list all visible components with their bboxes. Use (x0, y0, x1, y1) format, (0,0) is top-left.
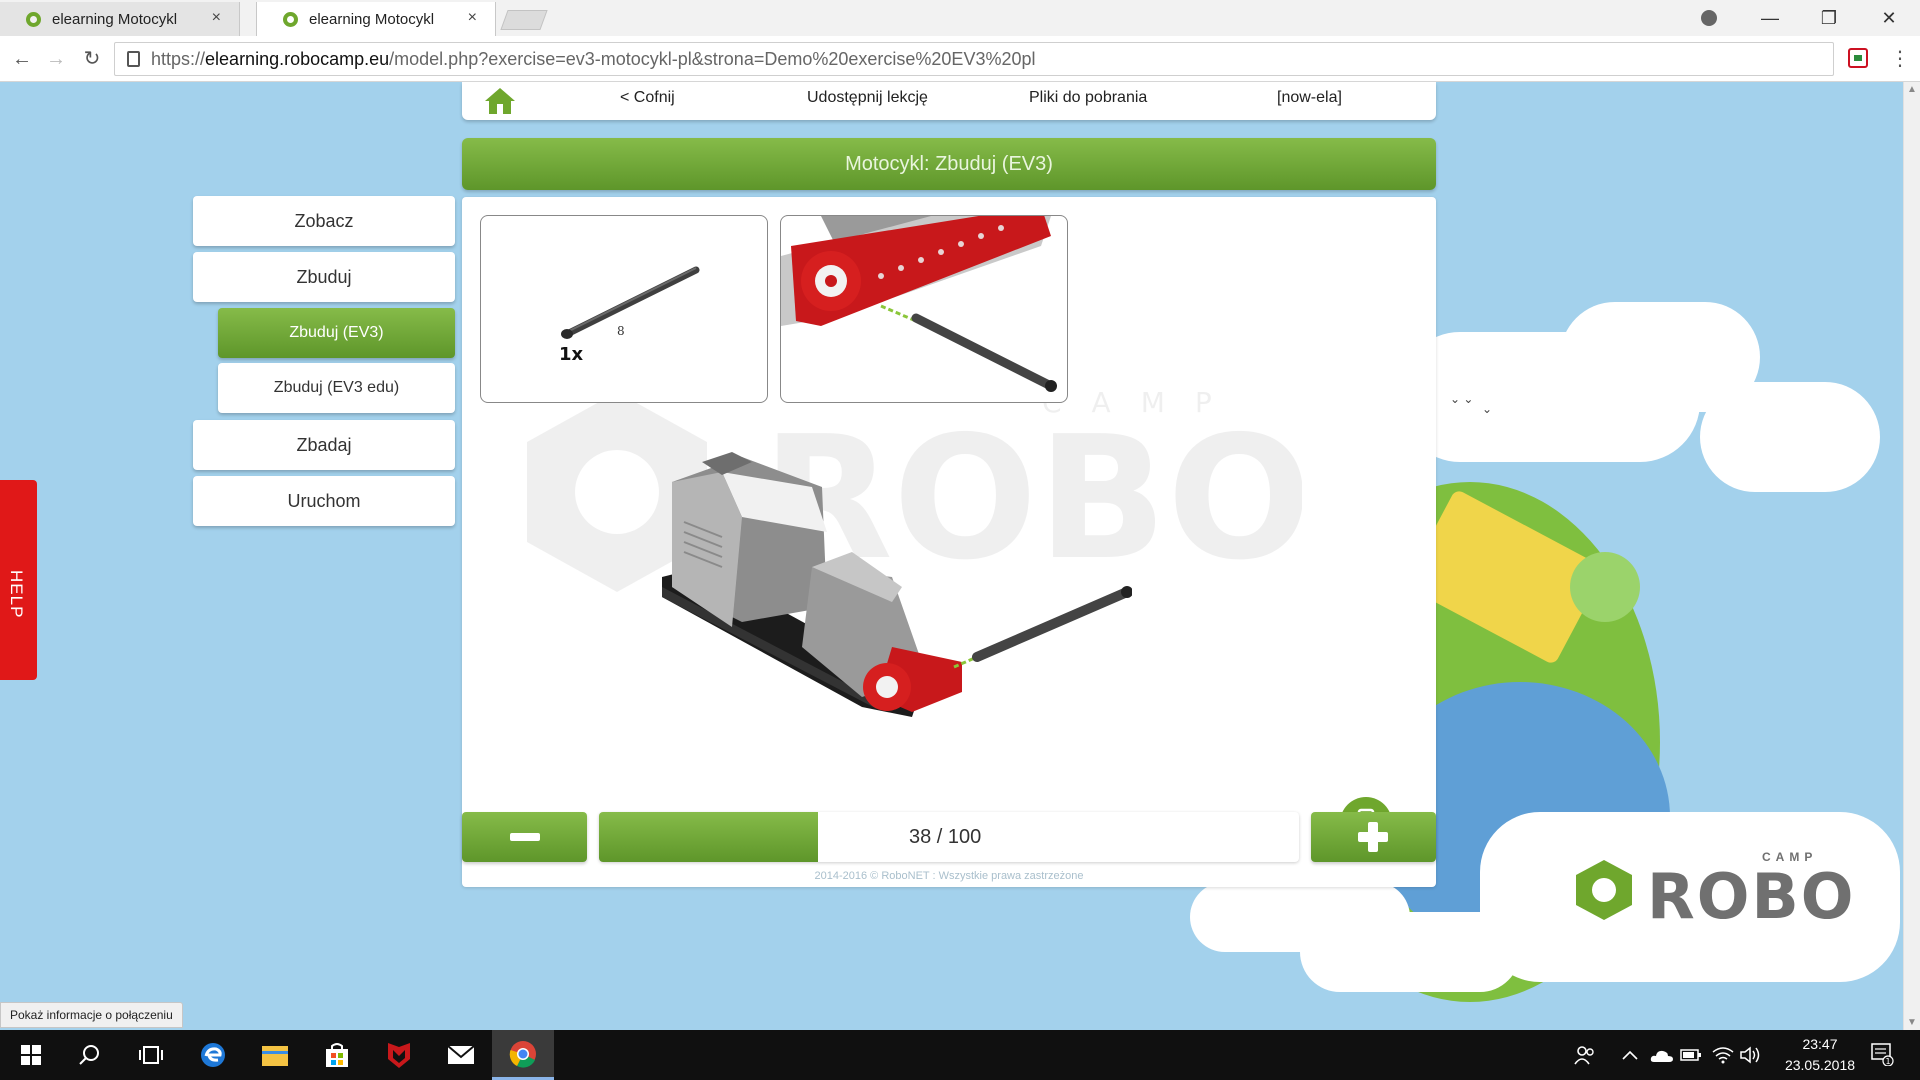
edge-icon (201, 1043, 225, 1067)
side-menu-item-zbuduj-ev3[interactable]: Zbuduj (EV3) (218, 308, 455, 358)
watermark-sub: CAMP (1042, 392, 1242, 419)
url-host: elearning.robocamp.eu (205, 48, 390, 69)
bird-icon: ⌄ (1482, 402, 1493, 416)
mcafee-shield-icon (388, 1043, 410, 1068)
windows-start-button[interactable] (0, 1030, 62, 1080)
status-bubble: Pokaż informacje o połączeniu (0, 1002, 183, 1028)
tab-title: elearning Motocykl (309, 10, 435, 28)
chrome-icon (509, 1040, 536, 1068)
help-label: HELP (7, 570, 26, 619)
taskbar-clock[interactable]: 23:47 23.05.2018 (1770, 1034, 1870, 1076)
tab-strip: elearning Motocykl × elearning Motocykl … (0, 0, 1920, 36)
robocamp-hexagon-icon (1576, 860, 1632, 920)
scroll-up-icon[interactable]: ▲ (1907, 84, 1917, 95)
site-navigation: < Cofnij Udostępnij lekcję Pliki do pobr… (462, 82, 1436, 120)
browser-toolbar: ← → ↻ https://elearning.robocamp.eu/mode… (0, 36, 1920, 82)
windows-logo-icon (21, 1045, 41, 1065)
side-menu-item-zbuduj[interactable]: Zbuduj (193, 252, 455, 302)
side-menu-item-uruchom[interactable]: Uruchom (193, 476, 455, 526)
help-tab[interactable]: HELP (0, 480, 37, 680)
tab-title: elearning Motocykl (52, 10, 178, 28)
cloud-illustration (1700, 382, 1880, 492)
instruction-panel: ROBO CAMP 1x 8 (462, 197, 1436, 887)
side-menu-item-zbuduj-ev3-edu[interactable]: Zbuduj (EV3 edu) (218, 363, 455, 413)
taskbar-mcafee-button[interactable] (368, 1030, 430, 1080)
axle-part-illustration (561, 266, 700, 339)
side-menu-item-zbadaj[interactable]: Zbadaj (193, 420, 455, 470)
logo-brand-text: ROBO (1647, 860, 1856, 933)
copyright-text: 2014-2016 © RoboNET : Wszystkie prawa za… (814, 870, 1084, 882)
side-menu-item-zobacz[interactable]: Zobacz (193, 196, 455, 246)
next-step-button[interactable] (1311, 812, 1436, 862)
tab-close-icon[interactable]: × (468, 9, 477, 27)
tree-illustration (1570, 552, 1640, 622)
volume-icon[interactable] (1740, 1030, 1762, 1080)
taskbar-chrome-button[interactable] (492, 1030, 554, 1080)
search-icon (79, 1045, 99, 1065)
task-view-icon (139, 1046, 163, 1064)
window-close-button[interactable]: ✕ (1874, 4, 1904, 32)
window-minimize-button[interactable]: — (1755, 4, 1785, 32)
previous-step-button[interactable] (462, 812, 587, 862)
windows-taskbar: 23:47 23.05.2018 1 (0, 1030, 1920, 1080)
battery-icon[interactable] (1680, 1030, 1702, 1080)
mcafee-extension-icon[interactable] (1848, 48, 1868, 68)
people-icon[interactable] (1574, 1030, 1596, 1080)
step-progress-bar[interactable]: 38 / 100 (599, 812, 1299, 862)
mail-icon (447, 1045, 475, 1064)
notification-icon: 1 (1871, 1043, 1894, 1067)
scroll-down-icon[interactable]: ▼ (1907, 1017, 1917, 1028)
url-path: /model.php?exercise=ev3-motocykl-pl&stro… (389, 48, 1036, 69)
nav-downloads-link[interactable]: Pliki do pobrania (1029, 82, 1147, 120)
home-icon[interactable] (484, 87, 516, 115)
parts-callout: 1x 8 (480, 215, 768, 403)
profile-icon[interactable] (1694, 4, 1724, 32)
notification-count: 1 (1885, 1057, 1890, 1066)
taskbar-file-explorer-button[interactable] (244, 1030, 306, 1080)
store-icon (326, 1043, 348, 1067)
wifi-icon[interactable] (1712, 1030, 1734, 1080)
motorcycle-model-illustration (662, 452, 1132, 717)
new-tab-button[interactable] (500, 10, 548, 30)
reload-button[interactable]: ↻ (78, 45, 106, 73)
part-quantity: 1x (559, 344, 584, 365)
browser-menu-button[interactable]: ⋮ (1890, 46, 1910, 72)
robocamp-favicon-icon (283, 12, 298, 27)
page-viewport: ⌄ ⌄ ⌄ < Cofnij Udostępnij lekcję Pliki d… (0, 82, 1920, 1030)
bird-icon: ⌄ ⌄ (1450, 392, 1474, 406)
nav-back-link[interactable]: < Cofnij (620, 82, 675, 120)
back-button[interactable]: ← (8, 45, 36, 73)
onedrive-cloud-icon[interactable] (1650, 1030, 1674, 1080)
window-restore-button[interactable]: ❐ (1814, 4, 1844, 32)
track-detail-illustration (781, 216, 1057, 392)
page-scrollbar[interactable]: ▲ ▼ (1903, 82, 1920, 1030)
clock-time: 23:47 (1802, 1036, 1838, 1052)
robocamp-logo: ROBO CAMP (1572, 850, 1862, 942)
task-view-button[interactable] (120, 1030, 182, 1080)
action-center-button[interactable]: 1 (1870, 1042, 1894, 1067)
step-progress-text: 38 / 100 (909, 826, 982, 848)
robocamp-favicon-icon (26, 12, 41, 27)
page-info-icon[interactable] (127, 51, 140, 67)
logo-sub-text: CAMP (1762, 850, 1818, 864)
nav-share-lesson-link[interactable]: Udostępnij lekcję (807, 82, 928, 120)
page-title: Motocykl: Zbuduj (EV3) (462, 138, 1436, 190)
browser-tab-2-active[interactable]: elearning Motocykl × (256, 2, 496, 36)
show-hidden-icons-chevron-icon[interactable] (1622, 1030, 1638, 1080)
forward-button[interactable]: → (42, 45, 70, 73)
tab-close-icon[interactable]: × (212, 9, 221, 27)
folder-icon (262, 1046, 288, 1066)
url-scheme: https:// (151, 48, 206, 69)
taskbar-edge-button[interactable] (182, 1030, 244, 1080)
address-bar[interactable]: https://elearning.robocamp.eu/model.php?… (114, 42, 1834, 76)
taskbar-mail-button[interactable] (430, 1030, 492, 1080)
taskbar-store-button[interactable] (306, 1030, 368, 1080)
cloud-illustration (1300, 912, 1520, 992)
part-length-label: 8 (617, 324, 625, 338)
detail-callout (780, 215, 1068, 403)
taskbar-search-button[interactable] (58, 1030, 120, 1080)
browser-tab-1[interactable]: elearning Motocykl × (0, 2, 240, 36)
nav-user-link[interactable]: [now-ela] (1277, 82, 1342, 120)
clock-date: 23.05.2018 (1784, 1057, 1856, 1073)
